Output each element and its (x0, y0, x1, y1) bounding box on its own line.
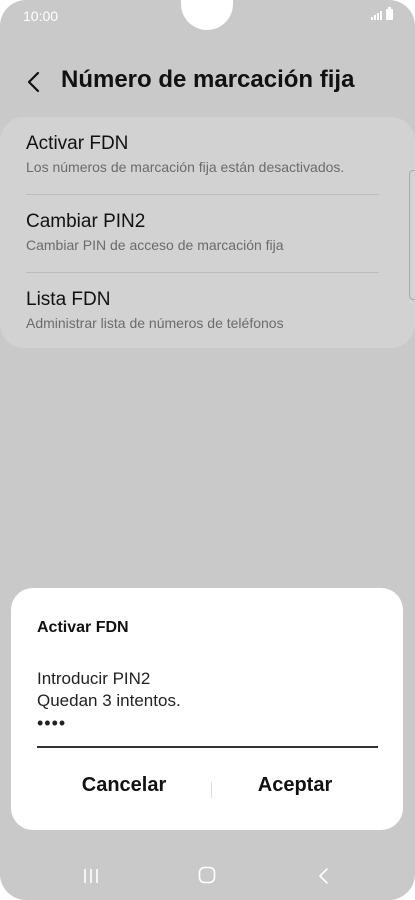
camera-notch (181, 0, 233, 30)
dialog-message: Introducir PIN2 Quedan 3 intentos. (37, 668, 181, 712)
setting-title: Cambiar PIN2 (26, 211, 146, 232)
button-separator (211, 782, 212, 798)
pin-dialog: Activar FDN Introducir PIN2 Quedan 3 int… (11, 588, 403, 830)
dialog-title: Activar FDN (37, 619, 129, 636)
status-icons (371, 7, 393, 20)
divider (26, 194, 379, 195)
battery-icon (386, 7, 393, 20)
setting-lista-fdn[interactable]: Lista FDN Administrar lista de números d… (26, 289, 379, 331)
setting-title: Activar FDN (26, 133, 129, 154)
home-button[interactable] (198, 866, 216, 884)
dialog-attempts-line: Quedan 3 intentos. (37, 691, 181, 710)
settings-list: Activar FDN Los números de marcación fij… (0, 117, 415, 348)
status-time: 10:00 (23, 8, 59, 24)
page-header: Número de marcación fija (0, 62, 415, 102)
scrollbar[interactable] (409, 170, 415, 300)
back-button[interactable] (22, 68, 48, 96)
accept-button[interactable]: Aceptar (220, 774, 370, 802)
home-icon (198, 866, 216, 884)
recents-button[interactable] (82, 867, 100, 885)
pin-input[interactable]: •••• (37, 713, 378, 748)
chevron-left-icon (27, 71, 40, 93)
setting-description: Cambiar PIN de acceso de marcación fija (26, 237, 284, 253)
dialog-message-line: Introducir PIN2 (37, 669, 151, 688)
phone-screen: 10:00 Número de marcación fija Activar F… (0, 0, 415, 900)
page-title: Número de marcación fija (61, 66, 355, 93)
signal-icon (371, 11, 382, 20)
setting-description: Los números de marcación fija están desa… (26, 159, 345, 175)
setting-cambiar-pin2[interactable]: Cambiar PIN2 Cambiar PIN de acceso de ma… (26, 211, 379, 253)
cancel-button[interactable]: Cancelar (49, 774, 199, 802)
setting-title: Lista FDN (26, 289, 111, 310)
setting-description: Administrar lista de números de teléfono… (26, 315, 284, 331)
setting-activar-fdn[interactable]: Activar FDN Los números de marcación fij… (26, 133, 379, 175)
divider (26, 272, 379, 273)
pin-input-value: •••• (37, 713, 67, 733)
recents-icon (84, 869, 98, 883)
nav-back-button[interactable] (316, 866, 330, 886)
back-icon (319, 868, 328, 884)
navigation-bar (0, 855, 415, 895)
